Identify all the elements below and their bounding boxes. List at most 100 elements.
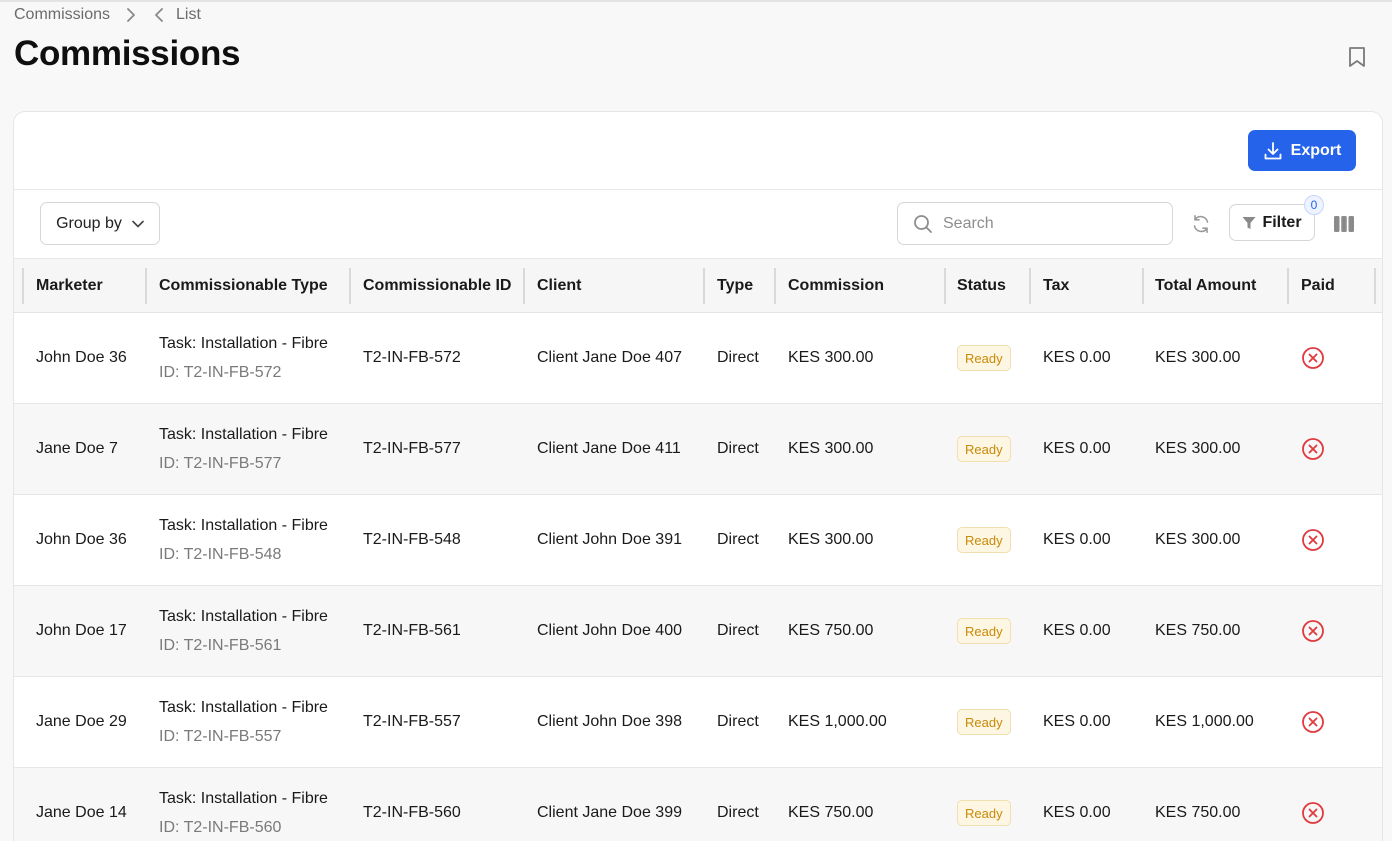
column-divider[interactable] — [703, 268, 705, 304]
not-paid-icon[interactable] — [1301, 710, 1325, 734]
group-by-dropdown[interactable]: Group by — [40, 202, 160, 245]
type-cell: Direct — [717, 349, 759, 366]
status-badge: Ready — [957, 709, 1011, 735]
search-icon — [913, 214, 933, 234]
export-label: Export — [1290, 141, 1342, 159]
not-paid-icon[interactable] — [1301, 346, 1325, 370]
marketer-cell: Jane Doe 14 — [36, 804, 127, 821]
commission-cell: KES 300.00 — [788, 440, 874, 457]
commissionable-type-cell: Task: Installation - Fibre ID: T2-IN-FB-… — [159, 516, 328, 565]
column-header-commissionable-id[interactable]: Commissionable ID — [363, 259, 511, 313]
status-badge: Ready — [957, 800, 1011, 826]
commissionable-type-id: ID: T2-IN-FB-561 — [159, 637, 282, 654]
client-cell: Client Jane Doe 411 — [537, 440, 681, 457]
commissionable-type-name: Task: Installation - Fibre — [159, 608, 328, 625]
table-row[interactable]: Jane Doe 14 Task: Installation - Fibre I… — [14, 768, 1382, 841]
total-amount-cell: KES 300.00 — [1155, 531, 1241, 548]
not-paid-icon[interactable] — [1301, 437, 1325, 461]
column-header-status[interactable]: Status — [957, 259, 1006, 313]
table-row[interactable]: John Doe 36 Task: Installation - Fibre I… — [14, 313, 1382, 404]
column-divider[interactable] — [22, 268, 24, 304]
breadcrumb-current: List — [176, 6, 201, 23]
tax-cell: KES 0.00 — [1043, 531, 1111, 548]
total-amount-cell: KES 300.00 — [1155, 440, 1241, 457]
commissionable-type-name: Task: Installation - Fibre — [159, 699, 328, 716]
commissionable-id-cell: T2-IN-FB-557 — [363, 713, 461, 730]
paid-cell — [1301, 313, 1325, 403]
chevron-right-icon — [126, 8, 136, 22]
client-cell: Client Jane Doe 399 — [537, 804, 682, 821]
commissionable-type-cell: Task: Installation - Fibre ID: T2-IN-FB-… — [159, 789, 328, 838]
marketer-cell: John Doe 36 — [36, 531, 127, 548]
column-divider[interactable] — [1374, 268, 1376, 304]
status-cell: Ready — [957, 404, 1011, 494]
column-divider[interactable] — [523, 268, 525, 304]
commissionable-type-name: Task: Installation - Fibre — [159, 790, 328, 807]
paid-cell — [1301, 677, 1325, 767]
table-row[interactable]: Jane Doe 7 Task: Installation - Fibre ID… — [14, 404, 1382, 495]
breadcrumb-root-link[interactable]: Commissions — [14, 6, 110, 24]
search-input[interactable] — [943, 214, 1153, 233]
column-header-paid[interactable]: Paid — [1301, 259, 1335, 313]
status-badge: Ready — [957, 436, 1011, 462]
card-header: Export — [14, 112, 1382, 190]
refresh-icon[interactable] — [1190, 213, 1212, 235]
commissionable-type-id: ID: T2-IN-FB-548 — [159, 546, 282, 563]
commission-cell: KES 750.00 — [788, 622, 874, 639]
total-amount-cell: KES 1,000.00 — [1155, 713, 1254, 730]
chevron-left-icon[interactable] — [154, 8, 164, 22]
type-cell: Direct — [717, 531, 759, 548]
commission-cell: KES 750.00 — [788, 804, 874, 821]
column-header-client[interactable]: Client — [537, 259, 581, 313]
commissionable-type-name: Task: Installation - Fibre — [159, 426, 328, 443]
total-amount-cell: KES 750.00 — [1155, 804, 1241, 821]
export-button[interactable]: Export — [1248, 130, 1356, 171]
commissionable-type-cell: Task: Installation - Fibre ID: T2-IN-FB-… — [159, 698, 328, 747]
not-paid-icon[interactable] — [1301, 801, 1325, 825]
column-divider[interactable] — [774, 268, 776, 304]
column-divider[interactable] — [944, 268, 946, 304]
column-header-type[interactable]: Type — [717, 259, 753, 313]
commission-cell: KES 300.00 — [788, 349, 874, 366]
filter-label: Filter — [1262, 213, 1302, 231]
tax-cell: KES 0.00 — [1043, 440, 1111, 457]
status-cell: Ready — [957, 586, 1011, 676]
filter-button[interactable]: Filter — [1229, 204, 1315, 241]
column-header-marketer[interactable]: Marketer — [36, 259, 103, 313]
tax-cell: KES 0.00 — [1043, 713, 1111, 730]
table-toolbar: Group by Filter 0 — [14, 190, 1382, 258]
type-cell: Direct — [717, 713, 759, 730]
columns-icon[interactable] — [1333, 215, 1355, 233]
paid-cell — [1301, 586, 1325, 676]
client-cell: Client John Doe 400 — [537, 622, 682, 639]
column-divider[interactable] — [1142, 268, 1144, 304]
not-paid-icon[interactable] — [1301, 528, 1325, 552]
group-by-label: Group by — [56, 214, 122, 232]
table-row[interactable]: John Doe 17 Task: Installation - Fibre I… — [14, 586, 1382, 677]
chevron-down-icon — [132, 220, 144, 228]
commissionable-type-id: ID: T2-IN-FB-560 — [159, 819, 282, 836]
table-row[interactable]: Jane Doe 29 Task: Installation - Fibre I… — [14, 677, 1382, 768]
status-badge: Ready — [957, 527, 1011, 553]
column-divider[interactable] — [145, 268, 147, 304]
commissionable-id-cell: T2-IN-FB-560 — [363, 804, 461, 821]
total-amount-cell: KES 750.00 — [1155, 622, 1241, 639]
type-cell: Direct — [717, 622, 759, 639]
column-header-total-amount[interactable]: Total Amount — [1155, 259, 1256, 313]
commissionable-type-cell: Task: Installation - Fibre ID: T2-IN-FB-… — [159, 334, 328, 383]
bookmark-icon[interactable] — [1346, 45, 1368, 69]
not-paid-icon[interactable] — [1301, 619, 1325, 643]
tax-cell: KES 0.00 — [1043, 622, 1111, 639]
column-header-tax[interactable]: Tax — [1043, 259, 1069, 313]
column-divider[interactable] — [1287, 268, 1289, 304]
commissionable-type-id: ID: T2-IN-FB-557 — [159, 728, 282, 745]
commissionable-type-id: ID: T2-IN-FB-577 — [159, 455, 282, 472]
table-row[interactable]: John Doe 36 Task: Installation - Fibre I… — [14, 495, 1382, 586]
column-divider[interactable] — [349, 268, 351, 304]
column-divider[interactable] — [1029, 268, 1031, 304]
status-cell: Ready — [957, 495, 1011, 585]
column-header-commissionable-type[interactable]: Commissionable Type — [159, 259, 328, 313]
column-header-commission[interactable]: Commission — [788, 259, 884, 313]
total-amount-cell: KES 300.00 — [1155, 349, 1241, 366]
status-cell: Ready — [957, 677, 1011, 767]
